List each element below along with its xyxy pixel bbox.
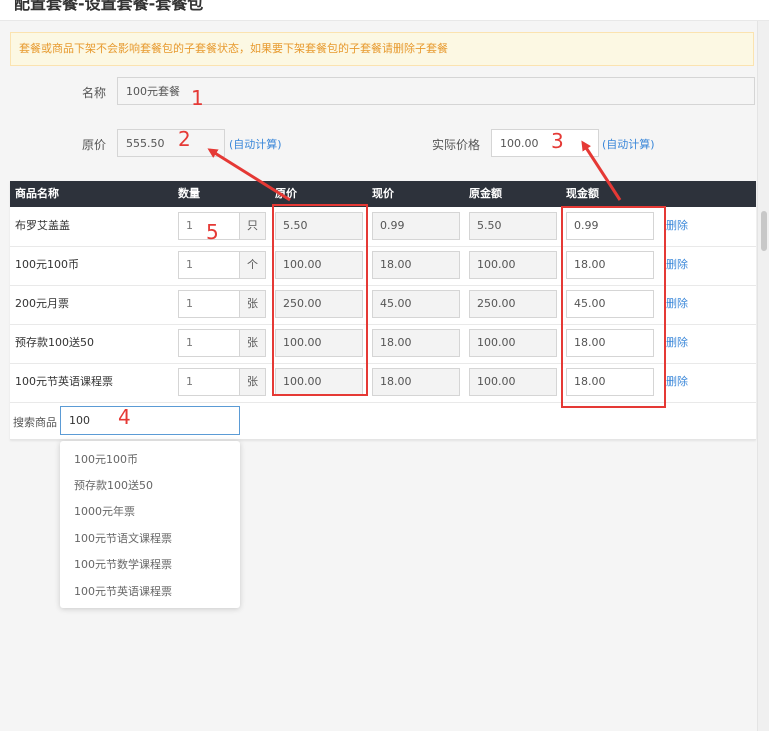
annotation-number-5: 5 (206, 220, 219, 244)
annotation-number-1: 1 (191, 86, 204, 110)
annotation-arrow-2 (207, 148, 291, 202)
annotation-number-4: 4 (118, 405, 131, 429)
annotation-number-3: 3 (551, 129, 564, 153)
annotation-number-2: 2 (178, 127, 191, 151)
annotation-arrow-3 (581, 140, 622, 201)
annotation-arrows (207, 140, 622, 202)
